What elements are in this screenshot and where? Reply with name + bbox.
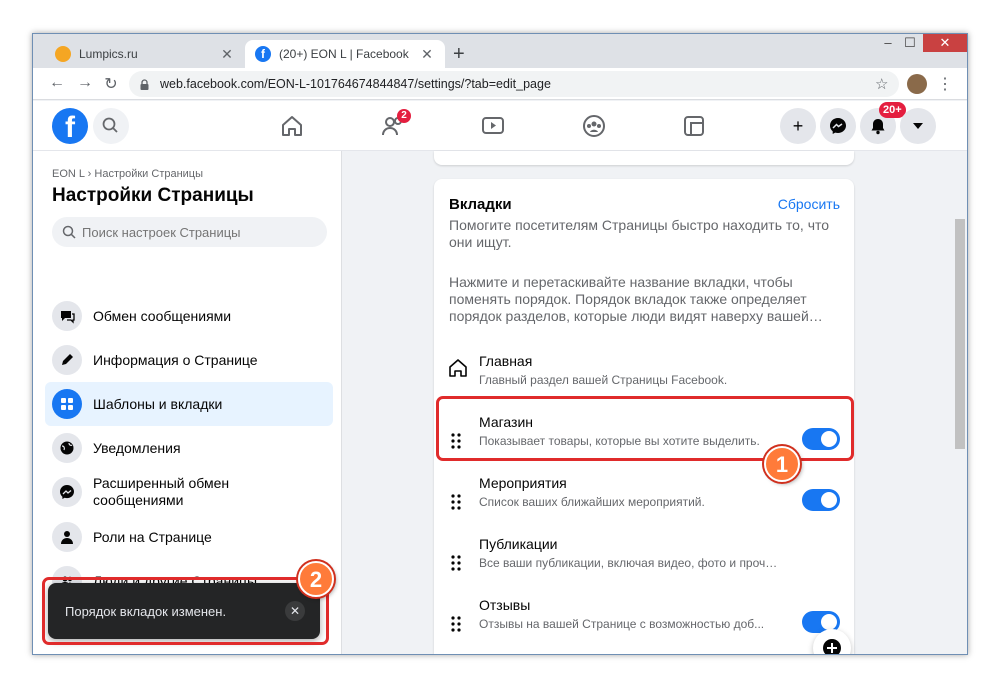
tabs-card-description: Помогите посетителям Страницы быстро нах… <box>449 217 830 250</box>
bookmark-star-icon[interactable]: ☆ <box>875 75 888 93</box>
maximize-icon[interactable]: ☐ <box>895 34 925 52</box>
friends-badge: 2 <box>397 109 411 123</box>
tabs-card-title: Вкладки <box>449 196 512 213</box>
sidebar-item-label: Роли на Странице <box>93 528 212 545</box>
person-icon <box>52 522 82 552</box>
grid-icon <box>52 389 82 419</box>
reset-link[interactable]: Сбросить <box>778 196 840 212</box>
sidebar-item-notifications[interactable]: Уведомления <box>45 426 333 470</box>
step-marker-2: 2 <box>298 561 334 597</box>
search-icon <box>62 225 76 239</box>
tab-close-icon[interactable]: ✕ <box>219 46 235 63</box>
lock-icon <box>140 78 149 90</box>
account-menu-button[interactable] <box>900 108 936 144</box>
scrollbar-thumb[interactable] <box>955 219 965 449</box>
bell-icon <box>871 119 885 135</box>
tab-row-subtitle: Список ваших ближайших мероприятий. <box>479 495 705 509</box>
lumpics-favicon-icon <box>55 46 71 62</box>
sidebar-item-label: Уведомления <box>93 439 181 456</box>
sidebar-item-messaging[interactable]: Обмен сообщениями <box>45 294 333 338</box>
sidebar-item-page-info[interactable]: Информация о Странице <box>45 338 333 382</box>
messenger-icon <box>52 477 82 507</box>
browser-menu-icon[interactable]: ⋮ <box>937 74 953 94</box>
sidebar-item-templates-tabs[interactable]: Шаблоны и вкладки <box>45 382 333 426</box>
step-marker-1: 1 <box>764 446 800 482</box>
events-toggle[interactable] <box>802 489 840 511</box>
settings-search-input[interactable] <box>82 224 312 240</box>
window-close-icon[interactable]: ✕ <box>923 34 967 52</box>
new-tab-icon[interactable]: + <box>453 43 465 66</box>
sidebar-item-advanced-messaging[interactable]: Расширенный обмен сообщениями <box>45 470 333 514</box>
url-text: web.facebook.com/EON-L-101764674844847/s… <box>160 77 551 91</box>
home-icon[interactable] <box>279 113 305 139</box>
sidebar-item-label: Расширенный обмен сообщениями <box>93 475 230 508</box>
page-title: Настройки Страницы <box>52 185 254 206</box>
chat-icon <box>52 301 82 331</box>
previous-card <box>434 151 854 165</box>
globe-icon <box>52 433 82 463</box>
drag-handle-icon[interactable] <box>451 493 461 511</box>
home-icon <box>449 359 467 377</box>
tab-row-posts[interactable]: Публикации Все ваши публикации, включая … <box>434 536 854 596</box>
tab-row-title: Главная <box>479 353 533 369</box>
facebook-header: f 2 + 20+ <box>33 101 967 151</box>
tab-row-reviews[interactable]: Отзывы Отзывы на вашей Странице с возмож… <box>434 597 854 654</box>
tab-row-subtitle: Отзывы на вашей Странице с возможностью … <box>479 617 765 631</box>
facebook-favicon-icon: f <box>255 46 271 62</box>
tab-strip: Lumpics.ru ✕ f (20+) EON L | Facebook ✕ … <box>33 34 967 68</box>
search-icon <box>102 117 118 133</box>
reload-icon[interactable]: ↻ <box>101 74 121 94</box>
tab-close-icon[interactable]: ✕ <box>419 46 435 63</box>
forward-icon[interactable]: → <box>75 74 95 92</box>
caret-down-icon <box>913 123 923 129</box>
url-field[interactable]: web.facebook.com/EON-L-101764674844847/s… <box>129 71 899 97</box>
watch-icon[interactable] <box>480 113 506 139</box>
tab-row-title: Мероприятия <box>479 475 567 491</box>
tab-title: Lumpics.ru <box>79 47 138 61</box>
sidebar-item-label: Шаблоны и вкладки <box>93 395 223 412</box>
tabs-card-instructions: Нажмите и перетаскивайте название вкладк… <box>449 274 823 324</box>
tab-row-subtitle: Все ваши публикации, включая видео, фото… <box>479 556 779 570</box>
search-button[interactable] <box>93 108 129 144</box>
groups-icon[interactable] <box>581 113 607 139</box>
highlight-toast <box>42 577 329 645</box>
drag-handle-icon[interactable] <box>451 615 461 633</box>
address-bar: ← → ↻ web.facebook.com/EON-L-10176467484… <box>33 68 967 100</box>
breadcrumb[interactable]: EON L › Настройки Страницы <box>52 168 203 180</box>
back-icon[interactable]: ← <box>47 74 67 92</box>
sidebar-item-label: Информация о Странице <box>93 351 258 368</box>
gaming-icon[interactable] <box>681 113 707 139</box>
tab-row-events[interactable]: Мероприятия Список ваших ближайших мероп… <box>434 475 854 535</box>
browser-tab-facebook[interactable]: f (20+) EON L | Facebook ✕ <box>245 40 445 68</box>
tab-row-subtitle: Главный раздел вашей Страницы Facebook. <box>479 373 728 387</box>
messenger-button[interactable] <box>820 108 856 144</box>
tab-title: (20+) EON L | Facebook <box>279 47 409 61</box>
tab-row-title: Отзывы <box>479 597 531 613</box>
tab-row-title: Публикации <box>479 536 558 552</box>
drag-handle-icon[interactable] <box>451 554 461 572</box>
facebook-logo-icon[interactable]: f <box>52 108 88 144</box>
sidebar-item-label: Обмен сообщениями <box>93 307 232 324</box>
settings-search[interactable] <box>52 217 327 247</box>
messenger-icon <box>830 118 846 134</box>
plus-icon: + <box>792 115 804 136</box>
pencil-icon <box>52 345 82 375</box>
compose-icon <box>823 639 841 654</box>
create-button[interactable]: + <box>780 108 816 144</box>
browser-tab-lumpics[interactable]: Lumpics.ru ✕ <box>45 40 245 68</box>
sidebar-item-page-roles[interactable]: Роли на Странице <box>45 515 333 559</box>
browser-window: Lumpics.ru ✕ f (20+) EON L | Facebook ✕ … <box>32 33 968 655</box>
profile-avatar[interactable] <box>907 74 927 94</box>
